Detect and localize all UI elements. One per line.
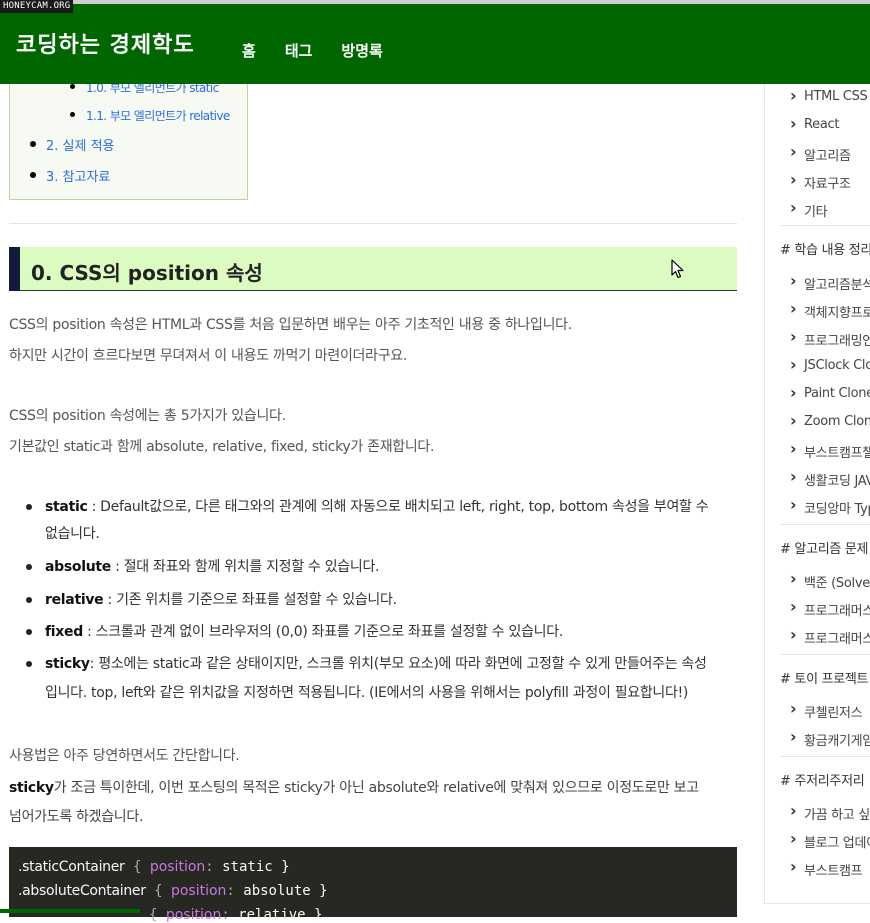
list-item-text: : Default값으로, 다른 태그와의 관계에 의해 자동으로 배치되고 l… (87, 499, 709, 515)
sidebar-item[interactable]: 부스트캠프챌린지 (790, 439, 870, 461)
list-item-term: fixed (45, 624, 83, 640)
sidebar-item[interactable]: 블로그 업데이트 (790, 829, 870, 851)
code-line: { position: relative } (149, 907, 322, 923)
code-property: position (165, 907, 222, 923)
nav-home[interactable]: 홈 (242, 40, 256, 61)
paragraph: 넘어가도록 하겠습니다. (9, 809, 144, 825)
nav-tag[interactable]: 태그 (285, 40, 313, 61)
section-heading-text: 0. CSS의 position 속성 (31, 261, 263, 285)
code-property: position (170, 883, 227, 899)
paragraph-text: 가 조금 특이한데, 이번 포스팅의 목적은 sticky가 아닌 absolu… (53, 780, 699, 796)
mouse-cursor-icon (671, 259, 684, 279)
sidebar-item[interactable]: 가끔 하고 싶은 말 (790, 801, 870, 823)
sidebar-category[interactable]: # 알고리즘 문제 (780, 538, 869, 557)
sidebar-divider (780, 756, 870, 757)
list-item-term: absolute (45, 559, 111, 575)
nav-guestbook[interactable]: 방명록 (341, 40, 382, 61)
sidebar-item[interactable]: HTML CSS (790, 86, 868, 105)
list-item-text: : 기존 위치를 기준으로 좌표를 설정할 수 있습니다. (103, 592, 398, 608)
sidebar-divider (780, 225, 870, 226)
sidebar-item[interactable]: React (790, 114, 840, 133)
code-value: static (222, 859, 273, 875)
code-punct: } (305, 907, 323, 923)
sidebar-category[interactable]: # 학습 내용 정리 (780, 239, 870, 258)
list-item: relative : 기존 위치를 기준으로 좌표를 설정할 수 있습니다. (26, 589, 398, 609)
code-punct: : (221, 907, 239, 923)
list-item: fixed : 스크롤과 관계 없이 브라우저의 (0,0) 좌표를 기준으로 … (26, 621, 563, 641)
divider (9, 223, 737, 224)
browser-top-edge (0, 0, 870, 4)
list-item: absolute : 절대 좌표와 함께 위치를 지정할 수 있습니다. (25, 556, 380, 576)
sidebar-divider (780, 524, 870, 525)
sidebar-item[interactable]: Zoom Clone (790, 411, 870, 430)
sidebar-item[interactable]: 알고리즘분석 (790, 271, 870, 293)
code-line: .absoluteContainer { position: absolute … (18, 883, 328, 899)
toc-item[interactable]: 3. 참고자료 (29, 166, 110, 185)
list-item: sticky: 평소에는 static과 같은 상태이지만, 스크롤 위치(부모… (26, 653, 707, 673)
list-item-term: relative (45, 592, 104, 608)
sidebar-item[interactable]: 자료구조 (790, 170, 851, 192)
paragraph: 하지만 시간이 흐르다보면 무뎌져서 이 내용도 까먹기 마련이더라구요. (9, 348, 408, 364)
sidebar-category[interactable]: # 주저리주저리 (780, 770, 865, 789)
sidebar-item[interactable]: Paint Clone (790, 383, 870, 402)
code-value: absolute (243, 883, 311, 899)
sidebar-item[interactable]: 쿠첼린저스 (790, 699, 863, 721)
paragraph: 기본값인 static과 함께 absolute, relative, fixe… (9, 439, 435, 455)
paragraph: sticky가 조금 특이한데, 이번 포스팅의 목적은 sticky가 아닌 … (9, 777, 699, 797)
code-punct: : (205, 859, 223, 875)
toc-item[interactable]: 2. 실제 적용 (30, 135, 115, 154)
blog-logo[interactable]: 코딩하는 경제학도 (16, 27, 195, 59)
code-punct: : (226, 883, 244, 899)
code-punct: } (310, 883, 328, 899)
sidebar-item[interactable]: JSClock Clone (790, 355, 870, 374)
sidebar-item[interactable]: 프로그래머스 (790, 625, 870, 647)
paragraph: CSS의 position 속성은 HTML과 CSS를 처음 입문하면 배우는… (9, 317, 572, 333)
code-block: .staticContainer { position: static } .a… (9, 847, 737, 923)
code-property: position (149, 859, 206, 875)
code-selector: .absoluteContainer (18, 883, 146, 899)
list-item: static : Default값으로, 다른 태그와의 관계에 의해 자동으로… (25, 496, 709, 516)
recorder-watermark: HONEYCAM.ORG (0, 0, 74, 13)
section-heading: 0. CSS의 position 속성 (9, 247, 737, 291)
code-selector: .staticContainer (18, 859, 125, 875)
sidebar-item[interactable]: 알고리즘 (790, 142, 851, 164)
list-item-continuation: 없습니다. (45, 526, 100, 542)
list-item-continuation: 입니다. top, left와 같은 위치값을 지정하면 적용됩니다. (IE에… (45, 685, 689, 701)
toc-item[interactable]: 1.1. 부모 엘리먼트가 relative (70, 107, 230, 124)
list-item-text: : 스크롤과 관계 없이 브라우저의 (0,0) 좌표를 기준으로 좌표를 설정… (82, 624, 563, 640)
paragraph: CSS의 position 속성에는 총 5가지가 있습니다. (9, 408, 286, 424)
code-punct: { (145, 883, 171, 899)
code-punct: } (272, 859, 290, 875)
list-item-term: static (45, 499, 88, 515)
sidebar-item[interactable]: 코딩앙마 TypeScript (790, 495, 870, 517)
code-punct: { (124, 859, 150, 875)
sidebar-item[interactable]: 프로그래머스 (790, 597, 870, 619)
code-value: relative (238, 907, 306, 923)
sidebar-item[interactable]: 객체지향프로그래밍 (790, 299, 870, 321)
code-punct: { (149, 907, 166, 923)
sidebar-item[interactable]: 황금캐기게임 (790, 727, 870, 749)
sidebar-item[interactable]: 프로그래밍언어 (790, 327, 870, 349)
paragraph-bold: sticky (9, 780, 54, 796)
category-sidebar: HTML CSS React 알고리즘 자료구조 기타 # 학습 내용 정리 알… (764, 84, 870, 904)
sidebar-item[interactable]: 생활코딩 JAVA (790, 467, 870, 489)
bottom-scroll-indicator (0, 909, 140, 913)
sidebar-divider (780, 654, 870, 655)
top-nav: 홈 태그 방명록 (242, 40, 412, 61)
heading-accent-bar (9, 247, 20, 291)
code-line: .staticContainer { position: static } (18, 859, 290, 875)
list-item-term: sticky (45, 656, 90, 672)
sidebar-item[interactable]: 부스트캠프 (790, 857, 863, 879)
list-item-text: : 평소에는 static과 같은 상태이지만, 스크롤 위치(부모 요소)에 … (89, 656, 707, 672)
sidebar-item[interactable]: 백준 (Solved) (790, 569, 870, 591)
list-item-text: : 절대 좌표와 함께 위치를 지정할 수 있습니다. (110, 559, 380, 575)
paragraph: 사용법은 아주 당연하면서도 간단합니다. (9, 748, 240, 764)
sidebar-category[interactable]: # 토이 프로젝트 (780, 668, 869, 687)
sidebar-item[interactable]: 기타 (790, 198, 828, 220)
site-header: 코딩하는 경제학도 홈 태그 방명록 (0, 4, 870, 84)
